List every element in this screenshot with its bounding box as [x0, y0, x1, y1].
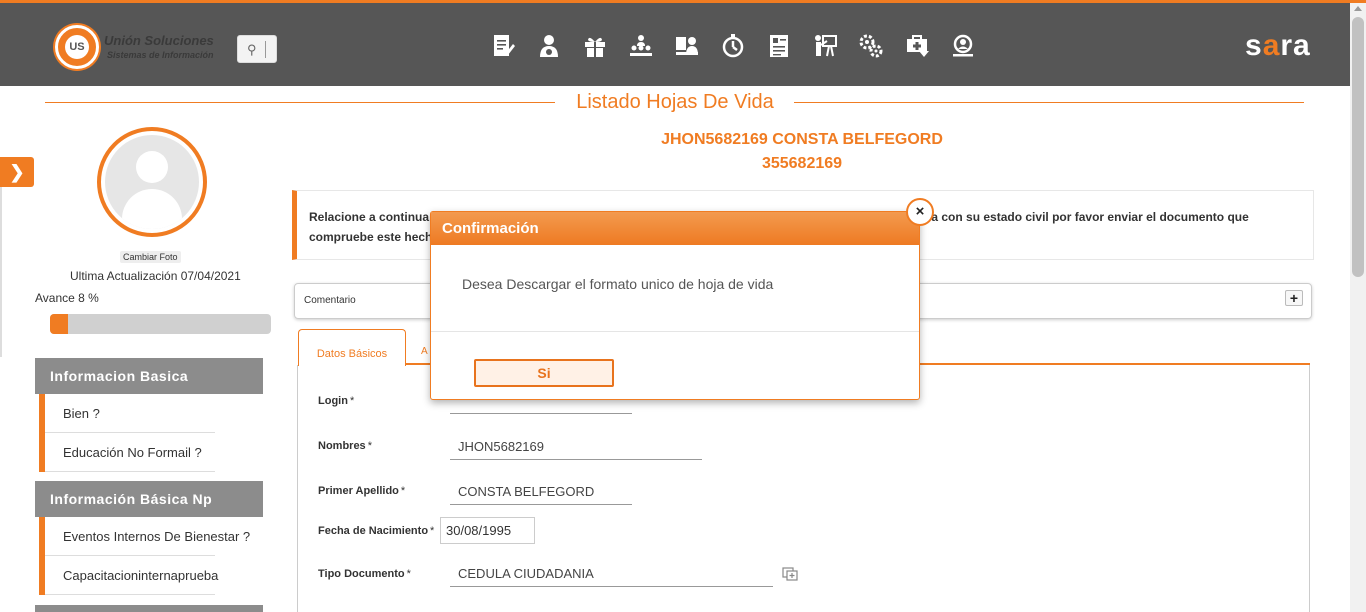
- dialog-title: Confirmación: [431, 212, 919, 245]
- confirm-dialog: Confirmación Desea Descargar el formato …: [430, 211, 920, 400]
- dialog-message: Desea Descargar el formato unico de hoja…: [431, 245, 919, 332]
- confirm-yes-button[interactable]: Si: [474, 359, 614, 387]
- modal-overlay: Confirmación Desea Descargar el formato …: [0, 0, 1366, 612]
- close-icon[interactable]: ×: [906, 198, 934, 226]
